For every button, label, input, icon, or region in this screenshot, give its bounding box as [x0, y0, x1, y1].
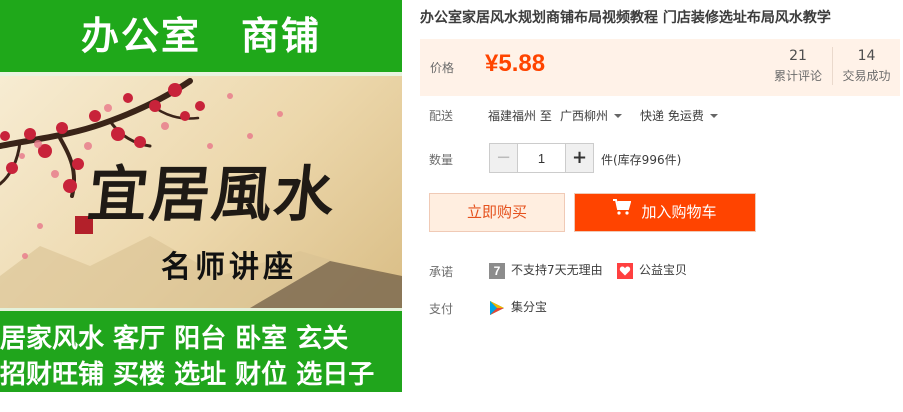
shipping-destination-select[interactable]: 广西柳州	[560, 107, 623, 124]
add-to-cart-button[interactable]: 加入购物车	[574, 193, 756, 232]
payment-method-text: 集分宝	[511, 300, 548, 314]
buy-now-button[interactable]: 立即购买	[429, 193, 565, 232]
cart-icon	[613, 192, 632, 229]
deals-label: 交易成功	[842, 69, 891, 83]
charity-promise[interactable]: 公益宝贝	[617, 261, 687, 279]
stock-text: 件(库存996件)	[601, 153, 682, 167]
quantity-input[interactable]	[518, 144, 565, 172]
payment-method-jifenbao[interactable]: 集分宝	[489, 298, 547, 316]
deals-stat: 14 交易成功	[832, 47, 900, 85]
price-panel: 价格 ¥5.88 21 累计评论 14 交易成功	[420, 39, 900, 96]
shipping-method-value: 快递 免运费	[640, 109, 704, 123]
price-label: 价格	[430, 61, 455, 75]
quantity-increase-button[interactable]: +	[565, 144, 593, 172]
buy-now-label: 立即购买	[466, 203, 527, 221]
image-bottom-line-1: 居家风水 客厅 阳台 卧室 玄关	[0, 324, 349, 354]
no-reason-return-text: 不支持7天无理由	[511, 263, 603, 277]
shipping-destination-value: 广西柳州	[560, 109, 609, 123]
chevron-down-icon	[709, 113, 718, 118]
shipping-method-select[interactable]: 快递 免运费	[640, 107, 718, 124]
quantity-stepper: − +	[489, 143, 594, 173]
quantity-label: 数量	[429, 153, 454, 167]
reviews-count: 21	[789, 48, 807, 64]
product-image[interactable]: 办公室 商铺 宜居風水 名师讲座 居家风水 客厅 阳台 卧室 玄关 招财旺铺 买…	[0, 0, 402, 392]
deals-count: 14	[857, 48, 876, 64]
seven-day-icon: 7	[489, 262, 505, 279]
no-reason-return-promise[interactable]: 7 不支持7天无理由	[489, 261, 603, 279]
chevron-down-icon	[614, 113, 623, 118]
product-title: 办公室家居风水规划商铺布局视频教程 门店装修选址布局风水教学	[420, 10, 831, 26]
image-bottom-banner: 居家风水 客厅 阳台 卧室 玄关 招财旺铺 买楼 选址 财位 选日子	[0, 308, 402, 392]
price-value: ¥5.88	[485, 50, 546, 77]
add-to-cart-label: 加入购物车	[641, 203, 717, 221]
image-top-banner-text: 办公室 商铺	[80, 14, 321, 58]
image-bottom-line-2: 招财旺铺 买楼 选址 财位 选日子	[0, 360, 375, 390]
charity-heart-icon	[617, 262, 633, 279]
calligraphy-title: 宜居風水	[84, 160, 340, 230]
shipping-from: 福建福州 至	[488, 109, 552, 123]
image-top-banner: 办公室 商铺	[0, 0, 402, 76]
image-artwork: 宜居風水 名师讲座	[0, 76, 402, 308]
charity-text: 公益宝贝	[639, 263, 688, 277]
jifenbao-icon	[489, 300, 505, 316]
reviews-stat[interactable]: 21 累计评论	[764, 47, 832, 85]
payment-label: 支付	[429, 302, 454, 316]
shipping-label: 配送	[429, 109, 454, 123]
lecture-label: 名师讲座	[161, 250, 297, 285]
promise-label: 承诺	[429, 265, 454, 279]
quantity-decrease-button[interactable]: −	[490, 144, 518, 172]
reviews-label: 累计评论	[773, 69, 822, 83]
